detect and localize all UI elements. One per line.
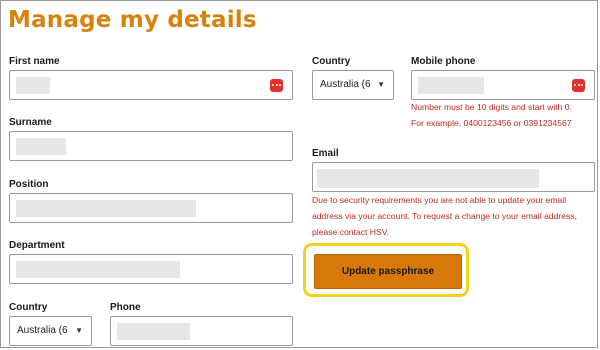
redacted-value <box>117 323 190 340</box>
phone-field[interactable] <box>110 316 293 346</box>
phone-label: Phone <box>110 302 141 313</box>
position-label: Position <box>9 179 49 190</box>
password-manager-icon[interactable] <box>270 79 283 92</box>
redacted-value <box>317 169 539 188</box>
position-field[interactable] <box>9 193 293 223</box>
department-label: Department <box>9 240 65 251</box>
email-note-line3: please contact HSV. <box>312 227 390 237</box>
country-select-value: Australia (6 <box>320 79 371 90</box>
redacted-value <box>16 261 180 278</box>
dropdown-arrow-icon: ▼ <box>377 80 385 89</box>
country-label: Country <box>9 302 48 313</box>
redacted-value <box>418 77 484 94</box>
country-select[interactable]: Australia (6 ▼ <box>9 316 92 346</box>
redacted-value <box>16 200 196 217</box>
surname-field[interactable] <box>9 131 293 161</box>
first-name-label: First name <box>9 56 60 67</box>
mobile-error-line1: Number must be 10 digits and start with … <box>411 102 572 112</box>
country-select[interactable]: Australia (6 ▼ <box>312 70 394 100</box>
page-title: Manage my details <box>8 7 257 33</box>
mobile-phone-field[interactable] <box>411 70 595 100</box>
surname-label: Surname <box>9 117 52 128</box>
email-label: Email <box>312 148 339 159</box>
redacted-value <box>16 77 50 94</box>
country-label: Country <box>312 56 351 67</box>
mobile-error-line2: For example, 0400123456 or 0391234567 <box>411 118 572 128</box>
country-select-value: Australia (6 <box>17 325 68 336</box>
password-manager-icon[interactable] <box>572 79 585 92</box>
email-note-line2: address via your account. To request a c… <box>312 211 577 221</box>
email-field[interactable] <box>312 162 595 192</box>
redacted-value <box>16 138 66 155</box>
email-note-line1: Due to security requirements you are not… <box>312 195 567 205</box>
department-field[interactable] <box>9 254 293 284</box>
update-passphrase-button[interactable]: Update passphrase <box>314 254 462 289</box>
mobile-phone-label: Mobile phone <box>411 56 476 67</box>
first-name-field[interactable] <box>9 70 293 100</box>
button-highlight: Update passphrase <box>303 243 469 297</box>
dropdown-arrow-icon: ▼ <box>75 326 83 335</box>
